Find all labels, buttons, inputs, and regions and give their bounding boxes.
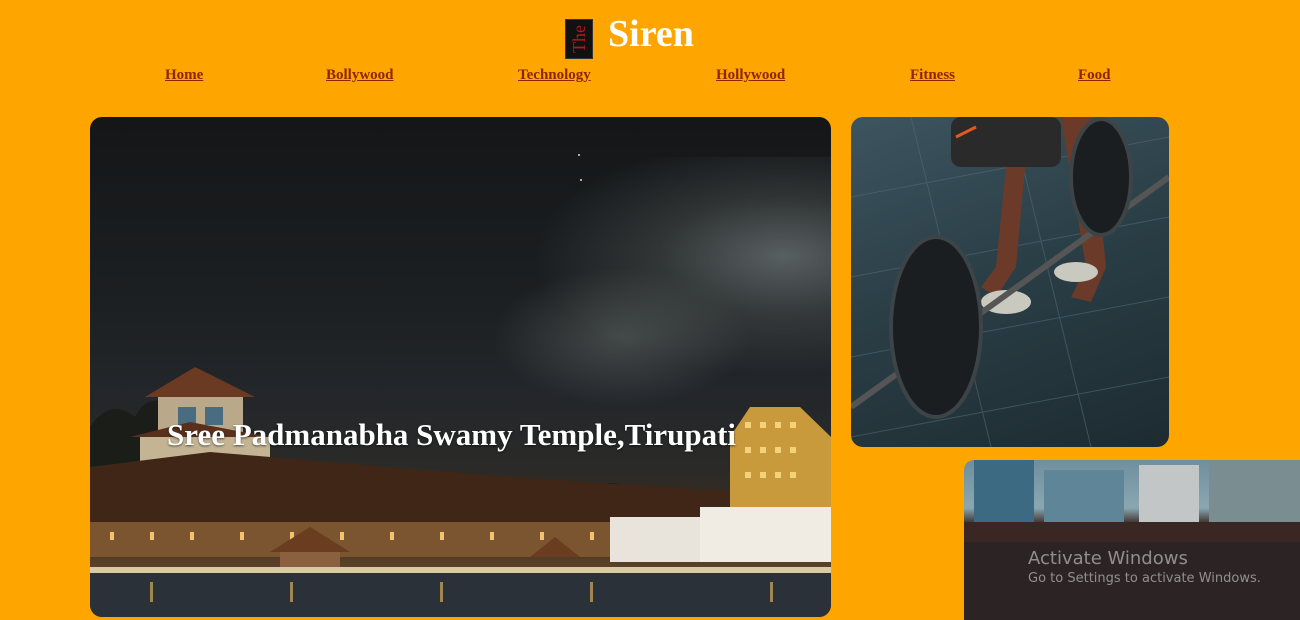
hero-star — [578, 154, 580, 156]
nav-link-hollywood[interactable]: Hollywood — [716, 67, 785, 84]
site-header: The Siren — [0, 0, 1300, 60]
technology-article-card[interactable] — [964, 460, 1300, 620]
nav-link-technology[interactable]: Technology — [518, 67, 591, 84]
logo-text: The — [569, 25, 590, 53]
weightlifting-illustration — [851, 117, 1169, 447]
site-title: Siren — [608, 13, 694, 55]
hero-star — [580, 179, 582, 181]
site-logo[interactable]: The — [565, 19, 593, 59]
city-window-illustration — [964, 460, 1300, 620]
watermark-title: Activate Windows — [1028, 548, 1188, 569]
featured-article-title[interactable]: Sree Padmanabha Swamy Temple,Tirupati — [167, 417, 736, 453]
nav-link-fitness[interactable]: Fitness — [910, 67, 955, 84]
temple-illustration — [90, 367, 831, 617]
nav-link-home[interactable]: Home — [165, 67, 203, 84]
watermark-subtitle: Go to Settings to activate Windows. — [1028, 571, 1261, 586]
nav-link-food[interactable]: Food — [1078, 67, 1111, 84]
nav-link-bollywood[interactable]: Bollywood — [326, 67, 394, 84]
windows-activation-watermark: Activate Windows Go to Settings to activ… — [1028, 548, 1261, 588]
featured-article-card[interactable]: Sree Padmanabha Swamy Temple,Tirupati — [90, 117, 831, 617]
fitness-article-card[interactable] — [851, 117, 1169, 447]
